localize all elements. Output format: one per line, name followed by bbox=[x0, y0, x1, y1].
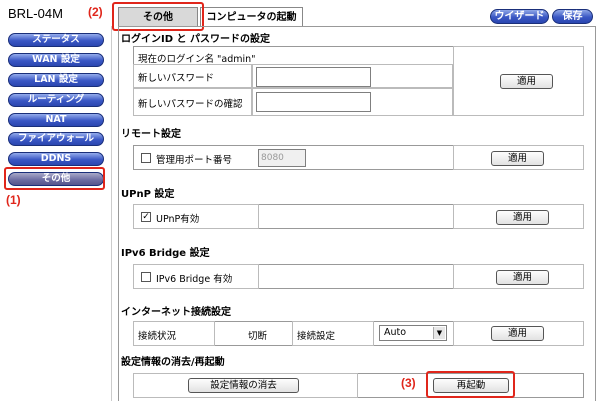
sidebar-item-wan[interactable]: WAN 設定 bbox=[8, 53, 104, 67]
upnp-enable-label: UPnP有効 bbox=[156, 214, 200, 225]
remote-apply-button[interactable]: 適用 bbox=[491, 151, 544, 166]
new-password-label: 新しいパスワード bbox=[138, 73, 215, 84]
confirm-password-input[interactable] bbox=[256, 92, 371, 112]
upnp-checkbox[interactable]: ✓ bbox=[141, 212, 151, 222]
internet-section-title: インターネット接続設定 bbox=[121, 307, 231, 318]
remote-port-label: 管理用ポート番号 bbox=[156, 155, 233, 166]
ipv6-checkbox[interactable] bbox=[141, 272, 151, 282]
new-password-input[interactable] bbox=[256, 67, 371, 87]
reset-section-title: 設定情報の消去/再起動 bbox=[121, 357, 225, 368]
connection-status-label: 接続状況 bbox=[138, 331, 177, 342]
connection-status-value: 切断 bbox=[248, 331, 268, 342]
internet-apply-button[interactable]: 適用 bbox=[491, 326, 544, 341]
sidebar-item-nat[interactable]: NAT bbox=[8, 113, 104, 127]
sidebar-highlight-box bbox=[4, 167, 105, 190]
wizard-button[interactable]: ウイザード bbox=[490, 9, 549, 24]
upnp-section-title: UPnP 設定 bbox=[121, 189, 175, 200]
sidebar-item-status[interactable]: ステータス bbox=[8, 33, 104, 47]
upnp-apply-button[interactable]: 適用 bbox=[496, 210, 549, 225]
chevron-down-icon: ▼ bbox=[433, 327, 445, 339]
ipv6-enable-label: IPv6 Bridge 有効 bbox=[156, 274, 233, 285]
ipv6-section-title: IPv6 Bridge 設定 bbox=[121, 248, 210, 259]
clear-settings-button[interactable]: 設定情報の消去 bbox=[188, 378, 299, 393]
connection-setting-label: 接続設定 bbox=[297, 331, 336, 342]
connection-setting-select[interactable]: Auto ▼ bbox=[379, 325, 447, 341]
remote-section-title: リモート設定 bbox=[121, 129, 181, 140]
ipv6-apply-button[interactable]: 適用 bbox=[496, 270, 549, 285]
remote-port-input[interactable]: 8080 bbox=[258, 149, 306, 167]
login-section-title: ログインID と パスワードの設定 bbox=[121, 34, 270, 45]
login-apply-button[interactable]: 適用 bbox=[500, 74, 553, 89]
confirm-password-label: 新しいパスワードの確認 bbox=[138, 99, 243, 110]
callout-2: (2) bbox=[88, 5, 103, 19]
sidebar-item-lan[interactable]: LAN 設定 bbox=[8, 73, 104, 87]
connection-setting-value: Auto bbox=[384, 327, 407, 338]
sidebar-item-routing[interactable]: ルーティング bbox=[8, 93, 104, 107]
tab-computer-startup[interactable]: コンピュータの起動 bbox=[200, 7, 303, 27]
sidebar-item-ddns[interactable]: DDNS bbox=[8, 152, 104, 166]
restart-highlight-box bbox=[426, 371, 515, 398]
save-button[interactable]: 保存 bbox=[552, 9, 593, 24]
model-name: BRL-04M bbox=[8, 6, 63, 21]
remote-port-checkbox[interactable] bbox=[141, 153, 151, 163]
callout-3: (3) bbox=[401, 376, 416, 390]
sidebar-item-firewall[interactable]: ファイアウォール bbox=[8, 132, 104, 146]
callout-1: (1) bbox=[6, 193, 21, 207]
current-login-text: 現在のログイン名 "admin" bbox=[138, 54, 256, 65]
